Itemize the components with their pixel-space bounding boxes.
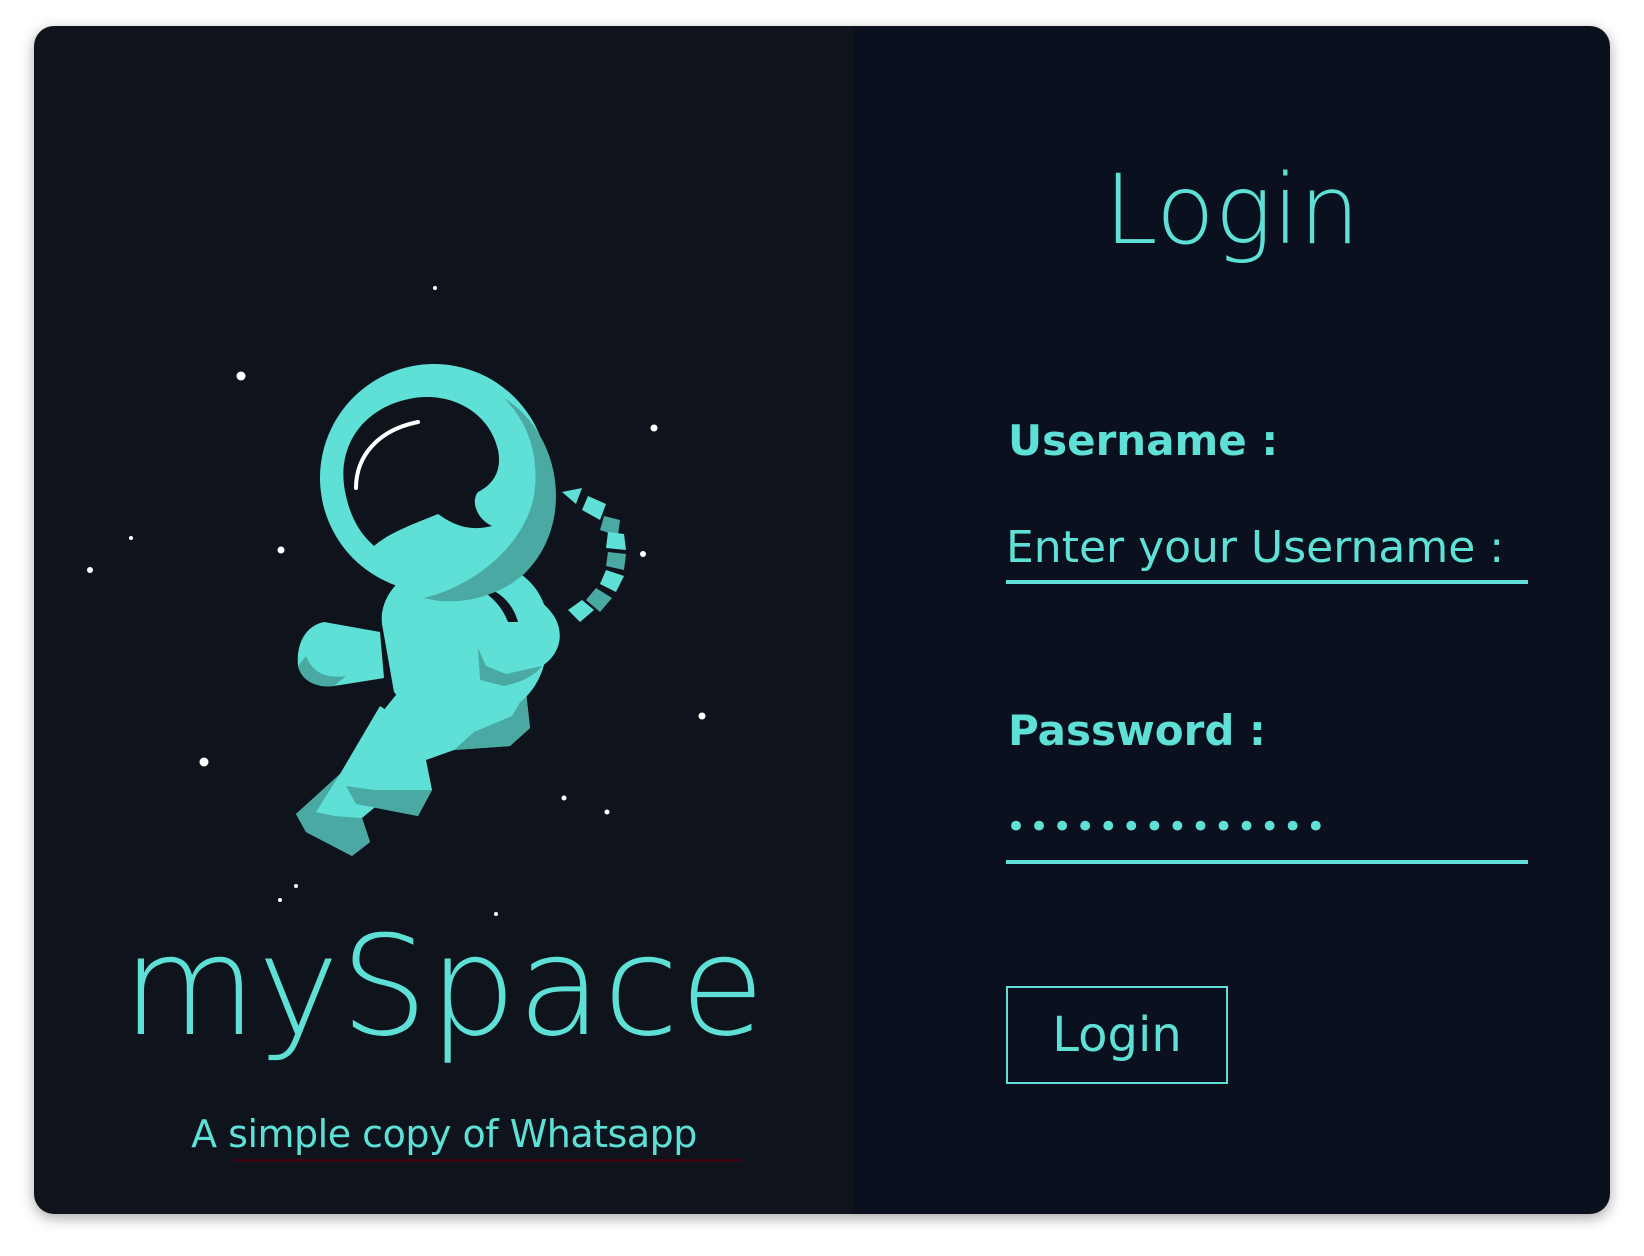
oxygen-hose	[562, 488, 626, 622]
tagline-underline	[234, 1159, 742, 1162]
helmet	[320, 364, 557, 602]
password-input[interactable]	[1006, 794, 1528, 864]
login-button[interactable]: Login	[1006, 986, 1228, 1084]
astronaut-illustration	[87, 286, 706, 916]
brand-panel: mySpace A simple copy of Whatsapp	[34, 26, 854, 1214]
username-input[interactable]	[1006, 514, 1528, 584]
password-label: Password :	[1008, 706, 1266, 755]
brand-title: mySpace	[122, 906, 766, 1067]
brand-tagline: A simple copy of Whatsapp	[191, 1112, 697, 1156]
username-label: Username :	[1008, 416, 1279, 465]
login-panel: Login Username : Password : Login	[854, 26, 1610, 1214]
login-title: Login	[1104, 154, 1360, 266]
login-card: mySpace A simple copy of Whatsapp Login …	[34, 26, 1610, 1214]
